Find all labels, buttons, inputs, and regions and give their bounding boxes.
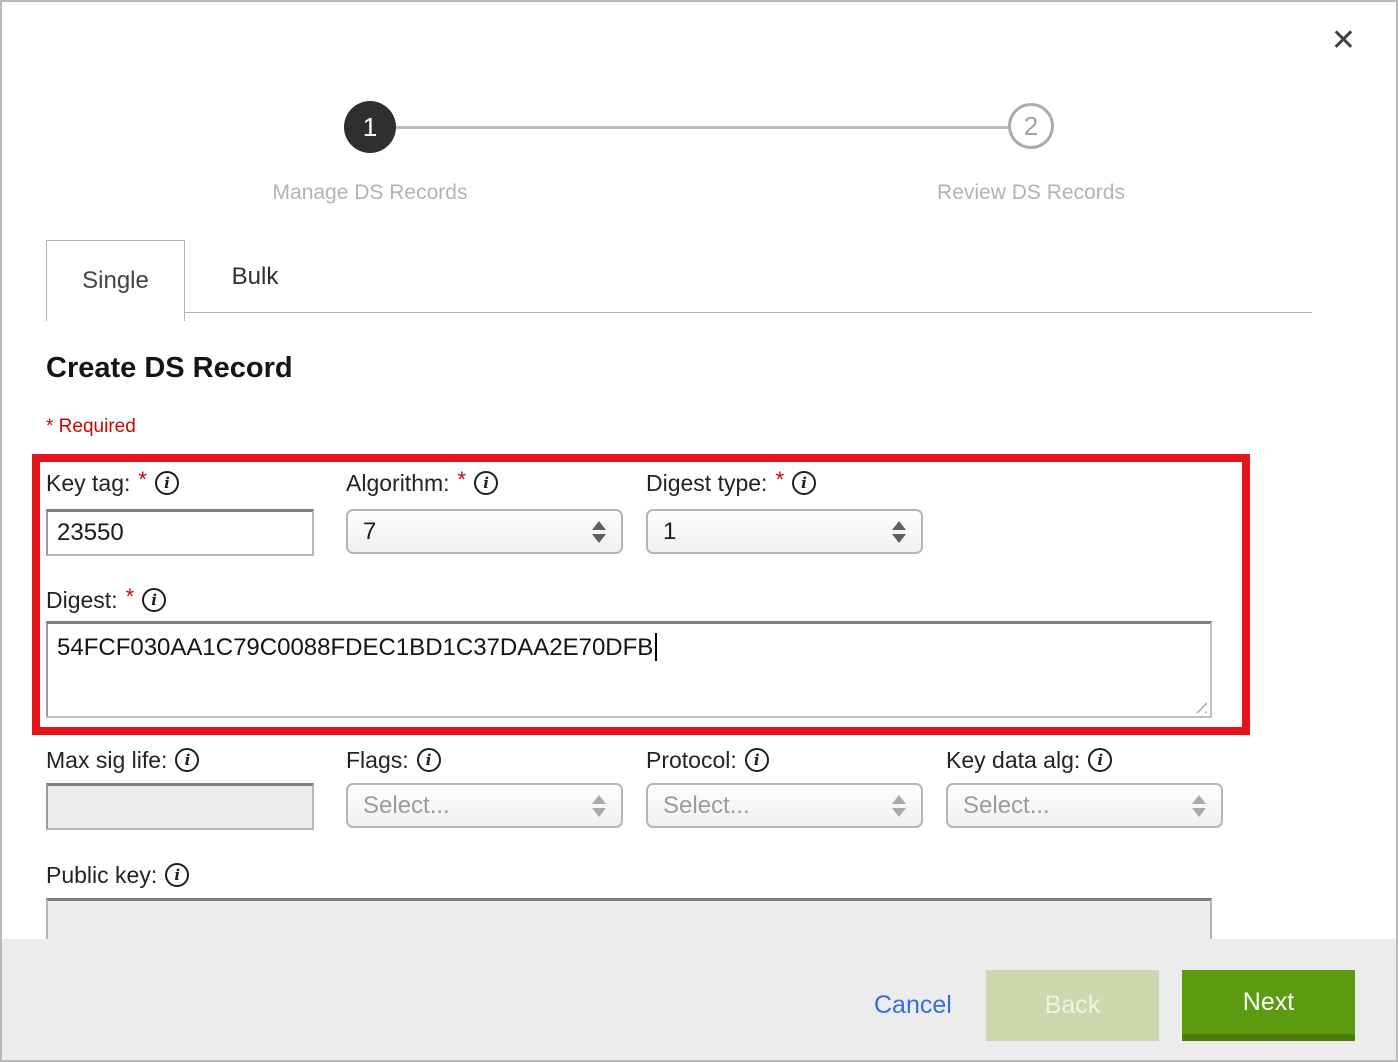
step-1-indicator: 1 <box>344 101 396 153</box>
info-icon[interactable]: i <box>155 471 179 495</box>
select-arrows-icon <box>1192 795 1206 817</box>
step-2-label: Review DS Records <box>871 181 1191 205</box>
public-key-textarea[interactable] <box>46 898 1212 941</box>
digest-type-select[interactable]: 1 <box>646 509 923 554</box>
algorithm-select[interactable]: 7 <box>346 509 623 554</box>
info-icon[interactable]: i <box>175 748 199 772</box>
required-asterisk: * <box>775 467 784 493</box>
flags-select[interactable]: Select... <box>346 783 623 828</box>
cancel-button[interactable]: Cancel <box>874 991 952 1020</box>
tab-bulk[interactable]: Bulk <box>186 242 324 312</box>
required-asterisk: * <box>458 467 467 493</box>
info-icon[interactable]: i <box>745 748 769 772</box>
page-title: Create DS Record <box>46 352 293 385</box>
public-key-label: Public key: i <box>46 860 189 890</box>
info-icon[interactable]: i <box>474 471 498 495</box>
required-note: * Required <box>46 416 136 438</box>
select-arrows-icon <box>592 521 606 543</box>
step-2-indicator: 2 <box>1008 103 1054 149</box>
select-arrows-icon <box>592 795 606 817</box>
key-data-alg-label: Key data alg: i <box>946 745 1112 775</box>
info-icon[interactable]: i <box>142 588 166 612</box>
digest-label: Digest: * i <box>46 585 166 615</box>
select-arrows-icon <box>892 795 906 817</box>
info-icon[interactable]: i <box>165 863 189 887</box>
text-caret <box>655 633 657 661</box>
create-ds-record-dialog: ✕ 1 2 Manage DS Records Review DS Record… <box>0 0 1398 1062</box>
protocol-select[interactable]: Select... <box>646 783 923 828</box>
select-arrows-icon <box>892 521 906 543</box>
close-icon[interactable]: ✕ <box>1331 26 1356 56</box>
tab-single[interactable]: Single <box>46 240 185 321</box>
protocol-label: Protocol: i <box>646 745 769 775</box>
resize-handle-icon[interactable] <box>1190 696 1207 713</box>
back-button[interactable]: Back <box>986 970 1159 1041</box>
tab-bar-divider <box>46 312 1312 313</box>
flags-label: Flags: i <box>346 745 441 775</box>
next-button[interactable]: Next <box>1182 970 1355 1041</box>
max-sig-life-input[interactable] <box>46 783 314 830</box>
digest-type-label: Digest type: * i <box>646 468 816 498</box>
max-sig-life-label: Max sig life: i <box>46 745 199 775</box>
step-1-label: Manage DS Records <box>210 181 530 205</box>
info-icon[interactable]: i <box>792 471 816 495</box>
required-asterisk: * <box>126 584 135 610</box>
info-icon[interactable]: i <box>417 748 441 772</box>
stepper-connector <box>394 126 1010 129</box>
digest-textarea[interactable]: 54FCF030AA1C79C0088FDEC1BD1C37DAA2E70DFB <box>46 621 1212 718</box>
info-icon[interactable]: i <box>1088 748 1112 772</box>
required-asterisk: * <box>138 467 147 493</box>
key-data-alg-select[interactable]: Select... <box>946 783 1223 828</box>
algorithm-label: Algorithm: * i <box>346 468 498 498</box>
key-tag-label: Key tag: * i <box>46 468 179 498</box>
key-tag-input[interactable] <box>46 509 314 556</box>
